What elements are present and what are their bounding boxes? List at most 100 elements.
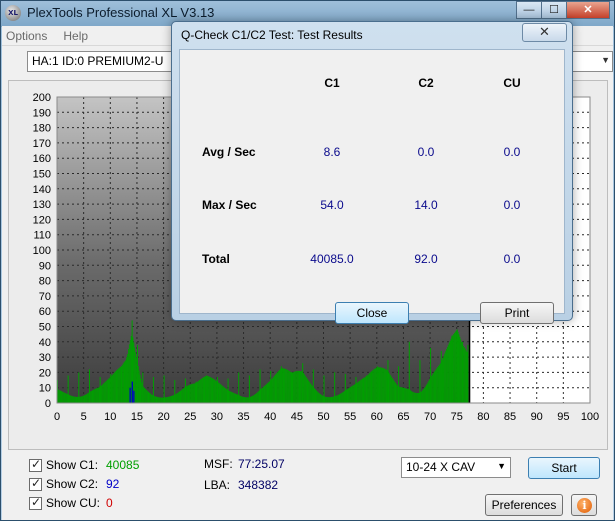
c1-bar — [94, 389, 96, 403]
c1-bar — [80, 396, 81, 403]
c1-bar — [185, 386, 187, 403]
c1-bar — [162, 397, 164, 403]
c1-bar — [136, 356, 137, 403]
c1-bar — [303, 374, 305, 403]
c1-bar — [461, 341, 463, 403]
c1-bar — [108, 378, 110, 403]
minimize-button[interactable]: — — [516, 1, 542, 19]
c1-bar — [370, 371, 372, 403]
c1-bar — [64, 393, 66, 403]
c1-bar — [273, 376, 275, 403]
menu-options[interactable]: Options — [6, 29, 47, 43]
c1-bar — [443, 355, 445, 403]
c1-bar — [298, 370, 300, 403]
c1-peak — [387, 360, 389, 403]
print-button[interactable]: Print — [480, 302, 554, 324]
c1-bar — [332, 396, 334, 403]
c1-bar — [58, 390, 60, 403]
c1-bar — [235, 393, 237, 403]
show-c1-label: Show C1: — [46, 458, 99, 472]
c1-bar — [65, 393, 67, 403]
c1-bar — [200, 378, 202, 403]
c1-bar — [272, 377, 274, 403]
c1-peak — [270, 370, 272, 403]
c1-bar — [383, 368, 384, 403]
max-cu: 0.0 — [503, 198, 521, 212]
c1-bar — [305, 376, 307, 403]
c1-bar — [399, 386, 400, 403]
c1-bar — [311, 385, 313, 403]
c1-bar — [282, 368, 284, 403]
c1-bar — [145, 389, 147, 403]
c1-bar — [417, 392, 419, 403]
c1-bar — [232, 392, 234, 403]
c1-bar — [204, 376, 206, 403]
c1-bar — [107, 379, 109, 403]
c1-bar — [320, 394, 322, 403]
c1-bar — [463, 347, 465, 403]
lba-value: 348382 — [238, 478, 279, 492]
c1-bar — [459, 336, 461, 403]
c1-bar — [416, 392, 418, 403]
c1-bar — [422, 389, 424, 403]
menu-help[interactable]: Help — [63, 29, 88, 43]
c1-bar — [290, 372, 292, 403]
close-window-button[interactable]: ✕ — [566, 1, 610, 19]
c1-bar — [72, 396, 74, 403]
c1-bar — [170, 396, 172, 403]
c1-bar — [330, 397, 332, 403]
c1-bar — [231, 391, 233, 403]
dialog-close-button[interactable]: Close — [335, 302, 409, 324]
control-bar: Show C1: 40085 Show C2: 92 Show CU: 0 MS… — [21, 454, 611, 518]
c1-bar — [401, 387, 403, 403]
msf-value: 77:25.07 — [238, 457, 285, 471]
c1-bar — [336, 395, 338, 403]
c1-bar — [421, 391, 423, 403]
dialog-close-icon[interactable]: ✕ — [522, 23, 567, 42]
c2-bar — [133, 390, 135, 403]
c1-bar — [402, 387, 404, 403]
speed-select-value: 10-24 X CAV — [406, 460, 476, 474]
c1-bar — [210, 377, 212, 403]
c1-bar — [310, 383, 312, 403]
y-tick-label: 170 — [33, 138, 51, 150]
c1-bar — [165, 397, 167, 403]
c1-bar — [76, 396, 78, 403]
c1-bar — [442, 358, 444, 403]
c1-bar — [112, 374, 113, 403]
c1-bar — [150, 393, 152, 403]
show-c2-checkbox[interactable] — [29, 476, 42, 491]
c1-bar — [208, 376, 209, 403]
y-tick-label: 50 — [39, 322, 51, 334]
y-tick-label: 190 — [33, 107, 51, 119]
c1-bar — [218, 382, 220, 403]
info-button[interactable]: i — [571, 494, 597, 516]
c1-bar — [176, 393, 178, 403]
x-tick-label: 15 — [131, 411, 143, 423]
c1-bar — [213, 379, 215, 403]
c1-bar — [383, 368, 385, 403]
speed-select[interactable]: 10-24 X CAV ▼ — [401, 457, 511, 478]
c1-bar — [130, 335, 132, 403]
show-c1-checkbox[interactable] — [29, 457, 42, 472]
c1-bar — [144, 387, 145, 403]
c1-bar — [144, 388, 146, 403]
c1-bar — [254, 394, 256, 403]
maximize-button[interactable]: ☐ — [541, 1, 567, 19]
c1-bar — [343, 391, 344, 403]
c1-bar — [314, 388, 316, 403]
c1-bar — [184, 387, 185, 403]
c1-bar — [373, 369, 375, 403]
c1-bar — [96, 388, 97, 403]
c1-bar — [113, 372, 115, 403]
c1-bar — [167, 396, 169, 403]
preferences-button[interactable]: Preferences — [485, 494, 563, 516]
c1-bar — [396, 384, 398, 403]
c1-bar — [244, 397, 246, 403]
c1-bar — [255, 393, 256, 403]
c1-peak — [227, 378, 229, 403]
show-cu-checkbox[interactable] — [29, 495, 42, 510]
c1-bar — [141, 382, 143, 403]
c1-bar — [333, 396, 335, 403]
start-button[interactable]: Start — [528, 457, 600, 479]
